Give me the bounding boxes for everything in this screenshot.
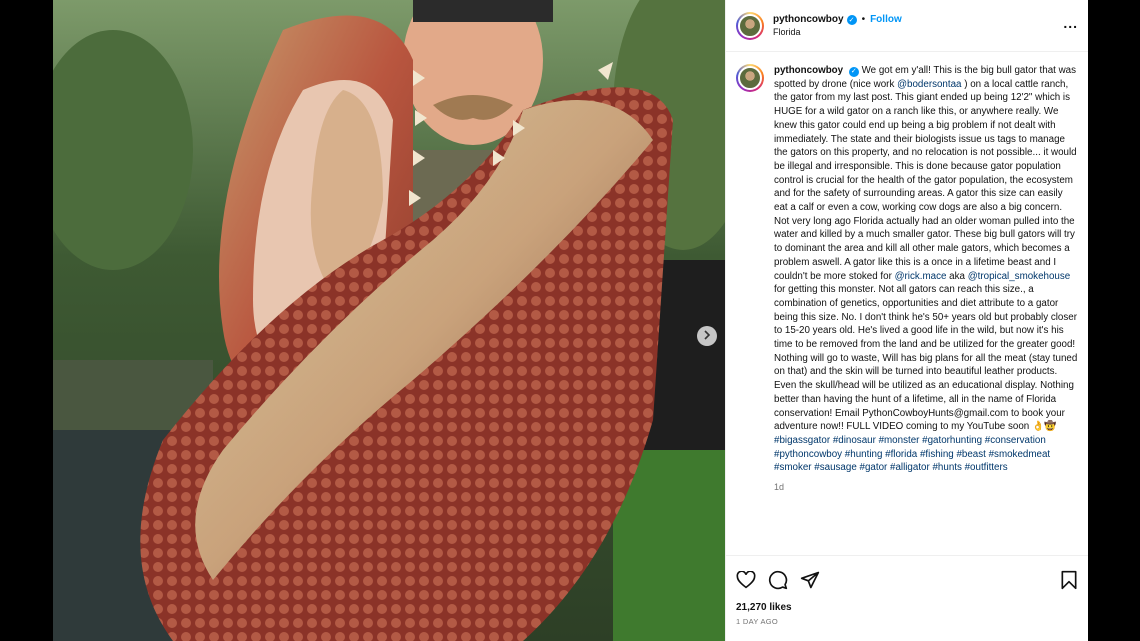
caption-username[interactable]: pythoncowboy xyxy=(774,65,843,76)
caption-link[interactable]: @bodersontaa xyxy=(897,79,961,90)
heart-icon[interactable] xyxy=(736,571,756,589)
partial-comment xyxy=(736,549,1078,555)
comment-icon[interactable] xyxy=(768,570,788,590)
post-actions: 21,270 likes 1 DAY AGO xyxy=(726,555,1088,641)
location-link[interactable]: Florida xyxy=(773,27,1063,37)
caption-segment: ) on a local cattle ranch, the gator fro… xyxy=(774,78,1077,282)
avatar[interactable] xyxy=(736,11,764,40)
follow-button[interactable]: Follow xyxy=(870,14,902,25)
next-photo-button[interactable] xyxy=(697,326,717,346)
post-modal: pythoncowboy ✓ • Follow Florida ... pyth… xyxy=(53,0,1088,641)
post-header: pythoncowboy ✓ • Follow Florida ... xyxy=(726,0,1088,52)
more-options-icon[interactable]: ... xyxy=(1063,15,1078,31)
header-username[interactable]: pythoncowboy xyxy=(773,14,844,25)
caption-link[interactable]: @rick.mace xyxy=(895,271,947,282)
caption-segment: for getting this monster. Not all gators… xyxy=(774,284,1078,433)
caption-text: pythoncowboy ✓ We got em y'all! This is … xyxy=(774,64,1078,495)
caption-body: We got em y'all! This is the big bull ga… xyxy=(774,65,1077,473)
chevron-right-icon xyxy=(702,327,712,345)
caption-verified-icon: ✓ xyxy=(848,66,859,77)
share-icon[interactable] xyxy=(800,570,820,590)
post-date[interactable]: 1 DAY AGO xyxy=(736,617,1078,626)
verified-icon: ✓ xyxy=(846,14,857,25)
caption-avatar[interactable] xyxy=(736,64,764,92)
bookmark-icon[interactable] xyxy=(1060,570,1078,590)
caption-segment: aka xyxy=(946,270,968,282)
gator-photo-image xyxy=(53,0,725,641)
caption: pythoncowboy ✓ We got em y'all! This is … xyxy=(736,64,1078,495)
caption-link[interactable]: #bigassgator #dinosaur #monster #gatorhu… xyxy=(774,435,1050,473)
separator-dot: • xyxy=(861,14,866,25)
post-photo[interactable] xyxy=(53,0,725,641)
caption-link[interactable]: @tropical_smokehouse xyxy=(968,271,1071,282)
caption-age: 1d xyxy=(774,482,785,493)
comments-section[interactable]: pythoncowboy ✓ We got em y'all! This is … xyxy=(726,52,1088,555)
likes-count[interactable]: 21,270 likes xyxy=(736,602,1078,613)
post-sidebar: pythoncowboy ✓ • Follow Florida ... pyth… xyxy=(725,0,1088,641)
